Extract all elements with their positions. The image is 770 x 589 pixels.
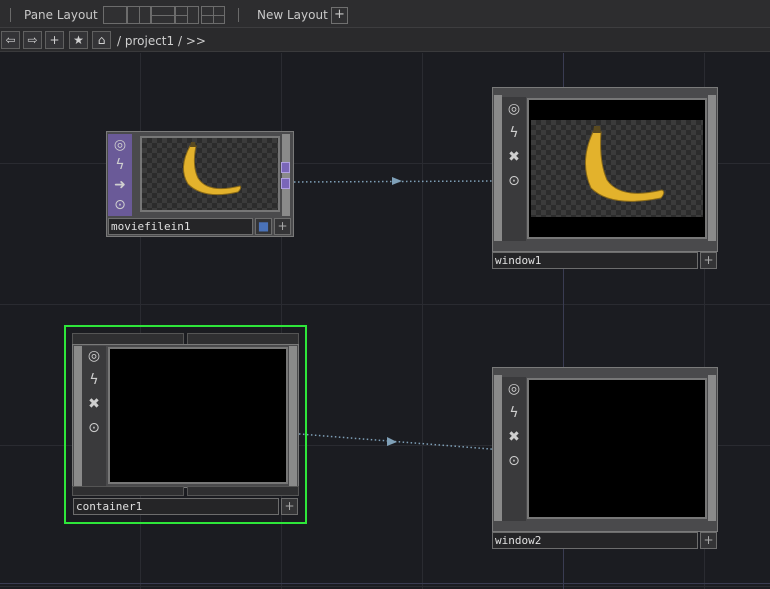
banana-image — [183, 142, 242, 196]
node-viewer — [140, 136, 280, 212]
node-add-button[interactable]: + — [700, 532, 717, 549]
lock-icon[interactable]: ⊙ — [504, 451, 524, 471]
node-icon-strip: ◎ ϟ ➜ ⊙ — [108, 134, 132, 216]
close-icon[interactable]: ✖ — [84, 394, 104, 414]
connection-arrow — [387, 437, 397, 446]
node-viewer — [108, 347, 288, 484]
node-tab — [187, 486, 299, 496]
connection-arrow — [392, 177, 402, 185]
node-add-button[interactable]: + — [700, 252, 717, 269]
banana-image — [585, 126, 665, 202]
node-icon-strip: ◎ ϟ ✖ ⊙ — [502, 377, 526, 521]
node-tab — [72, 486, 184, 496]
node-icon-strip: ◎ ϟ ✖ ⊙ — [82, 346, 106, 486]
node-side-bar — [289, 346, 297, 486]
output-connector[interactable] — [281, 178, 290, 189]
lock-icon[interactable]: ⊙ — [84, 418, 104, 438]
node-flag-icon[interactable]: ■ — [255, 218, 272, 235]
node-side-bar — [494, 375, 502, 521]
output-connector[interactable] — [281, 162, 290, 173]
node-name-field[interactable]: moviefilein1 — [108, 218, 253, 235]
bypass-icon[interactable]: ϟ — [110, 155, 130, 175]
node-icon-strip: ◎ ϟ ✖ ⊙ — [502, 97, 526, 241]
node-name-field[interactable]: window2 — [492, 532, 698, 549]
lock-icon[interactable]: ⊙ — [110, 195, 130, 215]
close-icon[interactable]: ✖ — [504, 147, 524, 167]
checker-background — [531, 120, 703, 217]
close-icon[interactable]: ✖ — [504, 427, 524, 447]
viewer-icon[interactable]: ◎ — [504, 379, 524, 399]
lock-icon[interactable]: ⊙ — [504, 171, 524, 191]
node-name-field[interactable]: container1 — [73, 498, 279, 515]
bypass-icon[interactable]: ϟ — [504, 403, 524, 423]
bypass-icon[interactable]: ϟ — [504, 123, 524, 143]
viewer-icon[interactable]: ◎ — [84, 346, 104, 366]
bypass-icon[interactable]: ϟ — [84, 370, 104, 390]
node-add-button[interactable]: + — [281, 498, 298, 515]
node-side-bar — [74, 346, 82, 486]
node-viewer — [527, 98, 707, 239]
node-name-field[interactable]: window1 — [492, 252, 698, 269]
node-side-bar — [708, 95, 716, 241]
viewer-icon[interactable]: ◎ — [504, 99, 524, 119]
viewer-icon[interactable]: ◎ — [110, 135, 130, 155]
node-side-bar — [708, 375, 716, 521]
node-add-button[interactable]: + — [274, 218, 291, 235]
node-side-bar — [282, 134, 290, 216]
node-side-bar — [494, 95, 502, 241]
cook-icon[interactable]: ➜ — [110, 175, 130, 195]
node-viewer — [527, 378, 707, 519]
